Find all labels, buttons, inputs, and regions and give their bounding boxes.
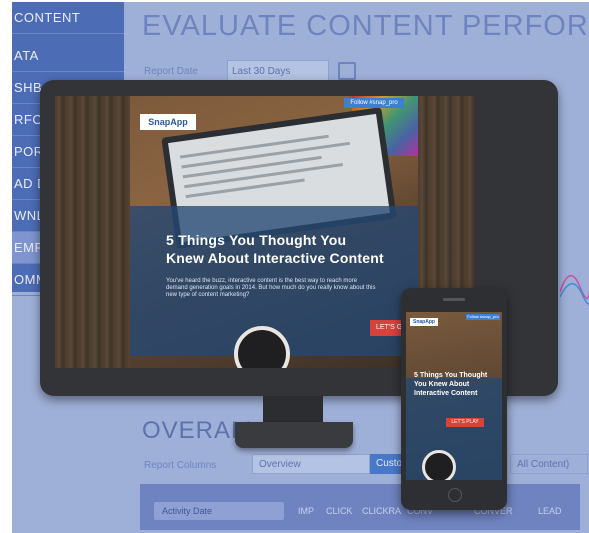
report-date-select[interactable]: Last 30 Days <box>227 60 329 82</box>
phone-snapapp-logo[interactable]: SnapApp <box>410 318 438 326</box>
sidebar-item-data[interactable]: ATA <box>12 40 124 72</box>
report-columns-label: Report Columns <box>144 460 217 471</box>
report-date-label: Report Date <box>144 66 198 77</box>
chart-lines <box>560 275 589 305</box>
calendar-icon[interactable] <box>338 62 356 80</box>
column-clickrate[interactable]: CLICKRA <box>362 506 401 516</box>
page-title: EVALUATE CONTENT PERFOR <box>142 10 589 42</box>
phone-coffee-cup-image <box>422 450 456 480</box>
phone-headline-line-1: 5 Things You Thought <box>414 372 488 379</box>
column-imp[interactable]: IMP <box>298 506 314 516</box>
landing-page: SnapApp Follow #snap_pro 5 Things You Th… <box>130 96 418 368</box>
intro-text: You've heard the buzz, interactive conte… <box>166 278 376 298</box>
column-lead[interactable]: LEAD <box>538 506 562 516</box>
phone-speaker <box>443 298 465 301</box>
wood-background-left <box>55 96 130 368</box>
activity-date-select[interactable]: Activity Date <box>154 502 284 520</box>
column-click[interactable]: CLICK <box>326 506 353 516</box>
phone-screen: SnapApp Follow #snap_pro 5 Things You Th… <box>406 312 502 480</box>
snapapp-logo[interactable]: SnapApp <box>140 114 196 130</box>
home-button[interactable] <box>448 488 462 502</box>
phone-headline-line-2: You Knew About <box>414 381 470 388</box>
all-content-filter[interactable]: All Content) <box>510 454 588 474</box>
sidebar-item-content[interactable]: CONTENT <box>12 2 124 34</box>
phone-follow-button[interactable]: Follow #snap_pro <box>466 314 500 320</box>
headline-line-2: Knew About Interactive Content <box>166 250 384 266</box>
mobile-phone: SnapApp Follow #snap_pro 5 Things You Th… <box>401 288 507 510</box>
promo-composite: CONTENT ATA SHB RFO POR AD DA WNL EMPL O… <box>0 0 589 533</box>
headline-line-1: 5 Things You Thought You <box>166 232 347 248</box>
monitor-stand-base <box>235 422 353 448</box>
follow-button[interactable]: Follow #snap_pro <box>344 98 404 108</box>
report-columns-select[interactable]: Overview <box>252 454 370 474</box>
phone-lets-play-button[interactable]: LET'S PLAY <box>446 418 484 427</box>
phone-headline-line-3: Interactive Content <box>414 390 478 397</box>
